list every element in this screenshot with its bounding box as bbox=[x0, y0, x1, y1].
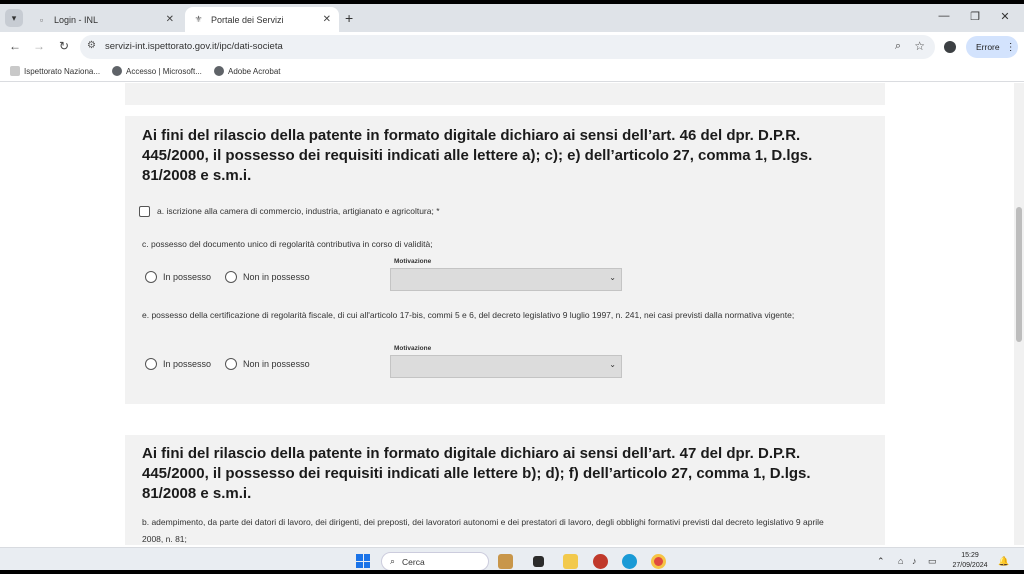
site-info-icon[interactable]: ⚙ bbox=[87, 40, 96, 51]
bookmark-star-icon[interactable]: ☆ bbox=[914, 39, 925, 53]
radio-c-in-possesso[interactable] bbox=[145, 271, 157, 283]
taskbar-search[interactable]: ⌕ Cerca bbox=[381, 552, 489, 570]
motivazione-label: Motivazione bbox=[394, 345, 432, 352]
radio-c-non-in-possesso[interactable] bbox=[225, 271, 238, 283]
requisito-c-label: c. possesso del documento unico di regol… bbox=[142, 239, 433, 249]
page-content: Ai fini del rilascio della patente in fo… bbox=[0, 83, 1024, 545]
new-tab-icon[interactable]: + bbox=[345, 10, 353, 26]
menu-dots-icon: ⋮ bbox=[1005, 41, 1016, 53]
edge-icon[interactable] bbox=[622, 554, 637, 569]
search-label: Cerca bbox=[402, 556, 425, 567]
radio-label: Non in possesso bbox=[243, 272, 310, 282]
chevron-down-icon: ⌄ bbox=[609, 273, 616, 282]
close-tab-icon[interactable]: ✕ bbox=[323, 14, 331, 25]
minimize-icon[interactable]: — bbox=[934, 10, 954, 22]
briefcase-app-icon[interactable] bbox=[498, 554, 513, 569]
forward-icon[interactable]: → bbox=[31, 39, 47, 53]
tab-title: Login - INL bbox=[54, 14, 99, 25]
scrollbar-thumb[interactable] bbox=[1016, 207, 1022, 342]
page-scrollbar[interactable] bbox=[1014, 83, 1024, 545]
bookmark-label: Ispettorato Naziona... bbox=[24, 66, 101, 76]
page-icon: ▫ bbox=[39, 14, 44, 25]
close-window-icon[interactable]: ✕ bbox=[995, 10, 1015, 23]
back-icon[interactable]: ← bbox=[7, 39, 23, 53]
google-icon bbox=[112, 66, 122, 76]
requisito-e-label: e. possesso della certificazione di rego… bbox=[142, 310, 795, 320]
bookmark-microsoft[interactable]: Accesso | Microsoft... bbox=[112, 66, 202, 76]
zoom-icon[interactable]: ⌕ bbox=[895, 40, 901, 53]
taskbar-clock[interactable]: 15:29 27/09/2024 bbox=[950, 551, 990, 570]
clock-time: 15:29 bbox=[961, 552, 979, 559]
browser-toolbar: ← → ↻ ⚙ servizi-int.ispettorato.gov.it/i… bbox=[0, 32, 1024, 62]
requisito-a-label: a. iscrizione alla camera di commercio, … bbox=[157, 206, 440, 216]
section-title: Ai fini del rilascio della patente in fo… bbox=[142, 127, 813, 184]
reload-icon[interactable]: ↻ bbox=[56, 39, 72, 53]
notification-bell-icon[interactable]: 🔔 bbox=[998, 556, 1009, 567]
chevron-up-icon[interactable]: ⌃ bbox=[877, 556, 885, 567]
ispettorato-logo-icon: ⚜ bbox=[194, 14, 203, 24]
url-text[interactable]: servizi-int.ispettorato.gov.it/ipc/dati-… bbox=[105, 41, 283, 52]
network-icon[interactable]: ⌂ bbox=[898, 556, 903, 566]
radio-label: In possesso bbox=[163, 359, 212, 369]
section-title: Ai fini del rilascio della patente in fo… bbox=[142, 445, 811, 502]
previous-section-card bbox=[125, 83, 885, 105]
globe-icon bbox=[214, 66, 224, 76]
screen: ▾ ▫ Login - INL ✕ ⚜ Portale dei Servizi … bbox=[0, 4, 1024, 570]
motivazione-label: Motivazione bbox=[394, 258, 432, 265]
radio-group-e: In possesso Non in possesso bbox=[145, 358, 324, 370]
windows-taskbar: ⌕ Cerca ⌃ ⌂ ♪ ▭ 15:29 27/09/2024 🔔 bbox=[0, 547, 1024, 570]
close-tab-icon[interactable]: ✕ bbox=[166, 14, 174, 25]
checkbox-requisito-a[interactable] bbox=[139, 206, 150, 217]
bookmarks-bar: Ispettorato Naziona... Accesso | Microso… bbox=[0, 62, 1024, 82]
motivazione-select-e[interactable]: ⌄ bbox=[390, 355, 622, 378]
search-icon: ⌕ bbox=[390, 556, 396, 566]
clock-date: 27/09/2024 bbox=[952, 562, 988, 569]
radio-label: Non in possesso bbox=[243, 359, 310, 369]
battery-icon[interactable]: ▭ bbox=[928, 556, 937, 567]
file-explorer-icon[interactable] bbox=[563, 554, 578, 569]
bookmark-ispettorato[interactable]: Ispettorato Naziona... bbox=[10, 66, 100, 76]
radio-e-in-possesso[interactable] bbox=[145, 358, 157, 370]
chrome-icon[interactable] bbox=[651, 554, 666, 569]
bookmark-adobe[interactable]: Adobe Acrobat bbox=[214, 66, 280, 76]
tab-search-dropdown-icon[interactable]: ▾ bbox=[5, 9, 23, 27]
motivazione-select-c[interactable]: ⌄ bbox=[390, 268, 622, 291]
app-icon[interactable] bbox=[593, 554, 608, 569]
profile-icon[interactable] bbox=[944, 41, 956, 53]
error-button[interactable]: Errore ⋮ bbox=[966, 36, 1018, 58]
radio-group-c: In possesso Non in possesso bbox=[145, 271, 324, 283]
bookmark-label: Adobe Acrobat bbox=[228, 66, 281, 76]
radio-label: In possesso bbox=[163, 272, 212, 282]
tab-login-inl[interactable]: ▫ Login - INL ✕ bbox=[28, 7, 182, 32]
task-view-icon[interactable] bbox=[533, 556, 544, 567]
section-art46-card: Ai fini del rilascio della patente in fo… bbox=[125, 116, 885, 404]
tab-portale-servizi[interactable]: ⚜ Portale dei Servizi ✕ bbox=[185, 7, 339, 32]
requisito-b-label: b. adempimento, da parte dei datori di l… bbox=[142, 517, 824, 544]
volume-icon[interactable]: ♪ bbox=[912, 556, 917, 566]
radio-e-non-in-possesso[interactable] bbox=[225, 358, 238, 370]
tab-strip: ▾ ▫ Login - INL ✕ ⚜ Portale dei Servizi … bbox=[0, 4, 1024, 32]
restore-icon[interactable]: ❐ bbox=[965, 10, 985, 23]
ispettorato-logo-icon bbox=[10, 66, 20, 76]
windows-start-icon[interactable] bbox=[356, 554, 370, 568]
address-bar[interactable]: ⚙ servizi-int.ispettorato.gov.it/ipc/dat… bbox=[80, 35, 935, 59]
section-art47-card: Ai fini del rilascio della patente in fo… bbox=[125, 435, 885, 545]
chevron-down-icon: ⌄ bbox=[609, 360, 616, 369]
error-button-label: Errore bbox=[976, 42, 1000, 52]
tab-title: Portale dei Servizi bbox=[211, 14, 284, 25]
bookmark-label: Accesso | Microsoft... bbox=[126, 66, 202, 76]
